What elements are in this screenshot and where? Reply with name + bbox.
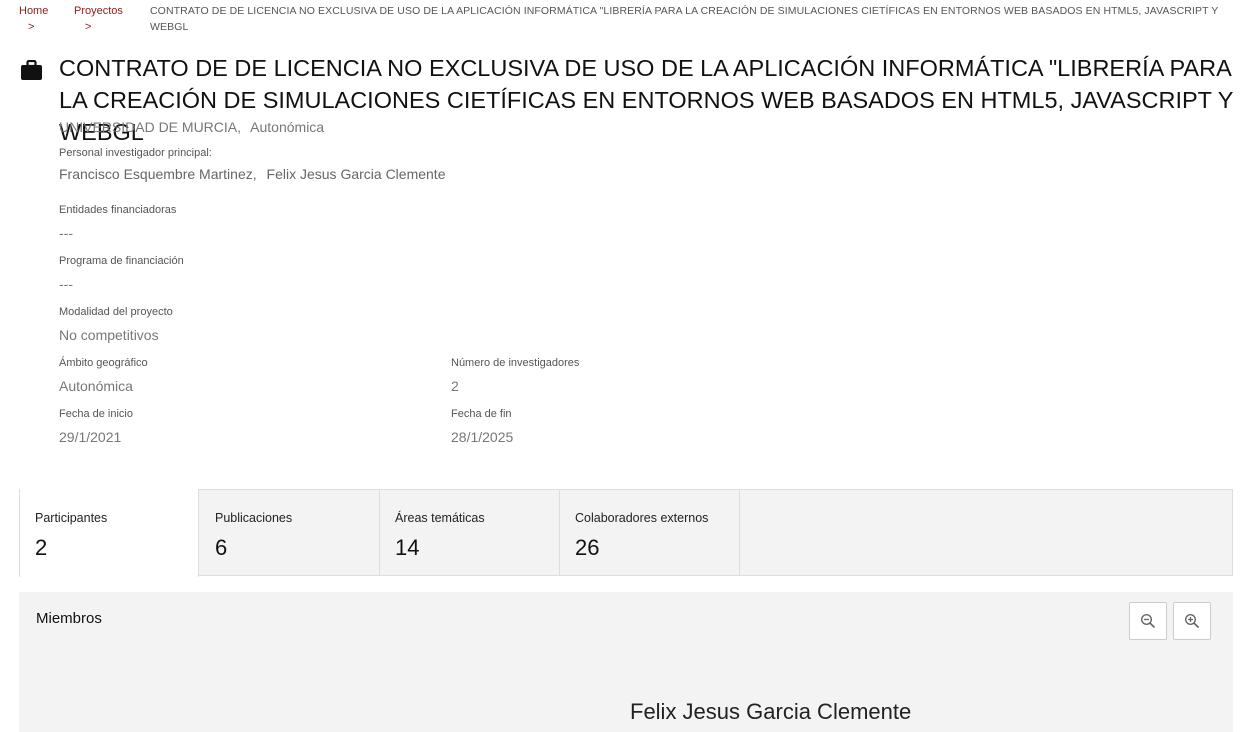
- zoom-in-icon: [1184, 613, 1200, 629]
- pi-name[interactable]: Felix Jesus Garcia Clemente: [267, 166, 446, 182]
- organization-list: UNIVERSIDAD DE MURCIA, Autonómica: [59, 119, 330, 135]
- organization-scope: Autonómica: [250, 119, 325, 135]
- members-panel: Miembros Felix Jesus Garcia Clemente: [19, 592, 1233, 732]
- breadcrumb-projects: Proyectos >: [74, 3, 123, 35]
- tab-publications[interactable]: Publicaciones 6: [200, 489, 380, 576]
- funders-field: Entidades financiadoras ---: [59, 203, 176, 242]
- scope-label: Ámbito geográfico: [59, 357, 148, 369]
- modality-label: Modalidad del proyecto: [59, 306, 173, 318]
- stats-tabs: Participantes 2 Publicaciones 6 Áreas te…: [19, 489, 1233, 577]
- breadcrumb-separator: >: [28, 21, 35, 33]
- end-date-value: 28/1/2025: [451, 429, 514, 445]
- members-panel-title: Miembros: [36, 610, 102, 627]
- tab-count: 6: [215, 535, 228, 560]
- breadcrumb-projects-link[interactable]: Proyectos: [74, 5, 123, 17]
- end-date-field: Fecha de fin 28/1/2025: [451, 407, 513, 446]
- program-value: ---: [59, 276, 73, 292]
- program-field: Programa de financiación ---: [59, 254, 184, 293]
- tab-count: 26: [575, 535, 600, 560]
- start-date-value: 29/1/2021: [59, 429, 122, 445]
- tab-label: Áreas temáticas: [395, 511, 485, 525]
- pi-field: Personal investigador principal: Francis…: [59, 146, 451, 183]
- tab-label: Publicaciones: [215, 511, 293, 525]
- pi-label: Personal investigador principal:: [59, 147, 212, 159]
- scope-field: Ámbito geográfico Autonómica: [59, 356, 148, 395]
- tab-count: 2: [35, 535, 48, 560]
- organization-name: UNIVERSIDAD DE MURCIA,: [59, 119, 242, 135]
- tab-label: Colaboradores externos: [575, 511, 709, 525]
- zoom-out-button[interactable]: [1129, 602, 1167, 640]
- tab-label: Participantes: [35, 511, 108, 525]
- breadcrumb-separator: >: [85, 21, 92, 33]
- start-date-label: Fecha de inicio: [59, 408, 133, 420]
- researchers-value: 2: [451, 378, 459, 394]
- start-date-field: Fecha de inicio 29/1/2021: [59, 407, 133, 446]
- breadcrumb-home-link[interactable]: Home: [19, 5, 48, 17]
- funders-label: Entidades financiadoras: [59, 204, 177, 216]
- pi-values: Francisco Esquembre Martinez, Felix Jesu…: [59, 165, 451, 183]
- researchers-label: Número de investigadores: [451, 357, 580, 369]
- modality-field: Modalidad del proyecto No competitivos: [59, 305, 173, 344]
- graph-node-label[interactable]: Felix Jesus Garcia Clemente: [630, 699, 911, 725]
- briefcase-icon: [21, 60, 42, 80]
- end-date-label: Fecha de fin: [451, 408, 512, 420]
- program-label: Programa de financiación: [59, 255, 184, 267]
- breadcrumb-current: CONTRATO DE DE LICENCIA NO EXCLUSIVA DE …: [150, 5, 1219, 33]
- pi-name[interactable]: Francisco Esquembre Martinez,: [59, 166, 257, 182]
- tab-count: 14: [395, 535, 420, 560]
- scope-value: Autonómica: [59, 378, 133, 394]
- tab-thematic-areas[interactable]: Áreas temáticas 14: [380, 489, 560, 576]
- funders-value: ---: [59, 225, 73, 241]
- tab-participants[interactable]: Participantes 2: [19, 489, 199, 577]
- breadcrumb-home: Home >: [19, 3, 48, 35]
- zoom-in-button[interactable]: [1173, 602, 1211, 640]
- modality-value: No competitivos: [59, 327, 159, 343]
- zoom-out-icon: [1140, 613, 1156, 629]
- tab-external-collaborators[interactable]: Colaboradores externos 26: [560, 489, 740, 576]
- researchers-field: Número de investigadores 2: [451, 356, 579, 395]
